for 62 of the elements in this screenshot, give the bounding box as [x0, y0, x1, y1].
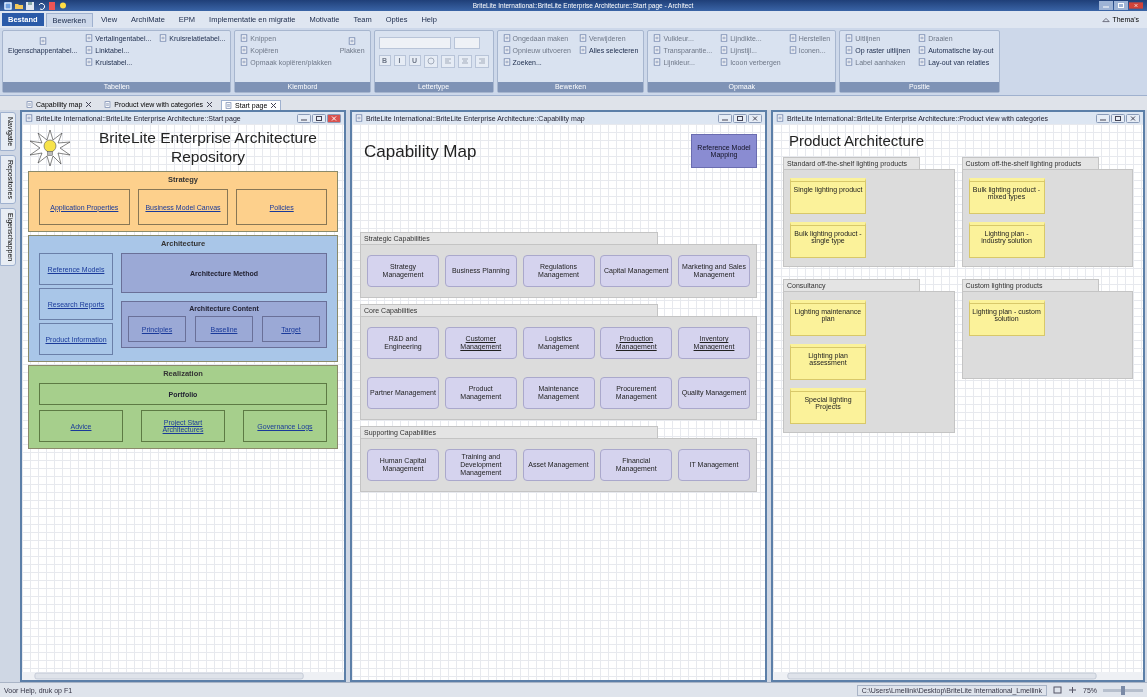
document-icon	[720, 58, 729, 66]
document-icon	[788, 46, 797, 54]
document-icon	[653, 46, 662, 54]
minimize-icon[interactable]	[1099, 1, 1113, 10]
document-icon	[653, 34, 662, 42]
document-icon	[502, 46, 511, 54]
maximize-icon[interactable]	[733, 113, 747, 123]
document-icon	[653, 58, 662, 66]
theme-icon[interactable]	[1102, 15, 1111, 24]
document-icon	[720, 34, 729, 42]
document-icon	[240, 34, 249, 42]
maximize-icon[interactable]	[1111, 113, 1125, 123]
diagram-icon	[355, 114, 363, 122]
diagram-icon	[776, 114, 784, 122]
document-icon	[502, 58, 511, 66]
size-field[interactable]	[453, 37, 480, 49]
align-left-icon[interactable]	[440, 55, 455, 68]
document-icon	[845, 58, 854, 66]
save-icon[interactable]	[26, 1, 34, 10]
diagram-icon	[25, 114, 33, 122]
close-icon[interactable]	[85, 101, 93, 108]
align-right-icon[interactable]	[474, 55, 489, 68]
lightbulb-drawing	[28, 128, 72, 168]
diagram-icon	[104, 101, 112, 108]
diagram-heading: Capability Map	[364, 142, 477, 162]
scrollbar[interactable]	[22, 672, 344, 680]
document-icon	[845, 34, 854, 42]
document-icon	[85, 46, 94, 54]
document-icon	[720, 46, 729, 54]
zoom-icon[interactable]	[1068, 686, 1077, 694]
font-field[interactable]	[378, 37, 451, 49]
document-icon	[348, 37, 357, 45]
close-icon[interactable]	[206, 101, 214, 108]
lightbulb-icon[interactable]	[59, 1, 67, 10]
format-icon[interactable]	[423, 55, 438, 68]
document-icon	[502, 34, 511, 42]
scrollbar[interactable]	[773, 672, 1143, 680]
document-icon	[85, 58, 94, 66]
diagram-icon	[26, 101, 33, 108]
document-icon	[240, 58, 249, 66]
undo-icon[interactable]	[37, 1, 45, 10]
close-icon[interactable]	[270, 102, 278, 109]
maximize-icon[interactable]	[312, 113, 326, 123]
app-icon[interactable]	[4, 1, 12, 10]
folder-icon[interactable]	[15, 1, 23, 10]
document-icon	[85, 34, 94, 42]
document-icon	[578, 46, 587, 54]
slider-thumb[interactable]	[1121, 685, 1125, 695]
document-icon	[918, 58, 927, 66]
zoom-slider[interactable]	[1103, 688, 1143, 692]
document-icon	[38, 37, 47, 45]
diagram-heading: Product Architecture	[789, 132, 926, 149]
document-icon	[788, 34, 797, 42]
document-icon	[240, 46, 249, 54]
document-icon	[578, 34, 587, 42]
document-icon	[159, 34, 168, 42]
document-icon	[918, 34, 927, 42]
document-icon	[845, 46, 854, 54]
align-center-icon[interactable]	[457, 55, 472, 68]
page-heading: BriteLite Enterprise Architecture Repository	[98, 129, 318, 167]
fit-icon[interactable]	[1053, 686, 1062, 694]
document-icon	[918, 46, 927, 54]
